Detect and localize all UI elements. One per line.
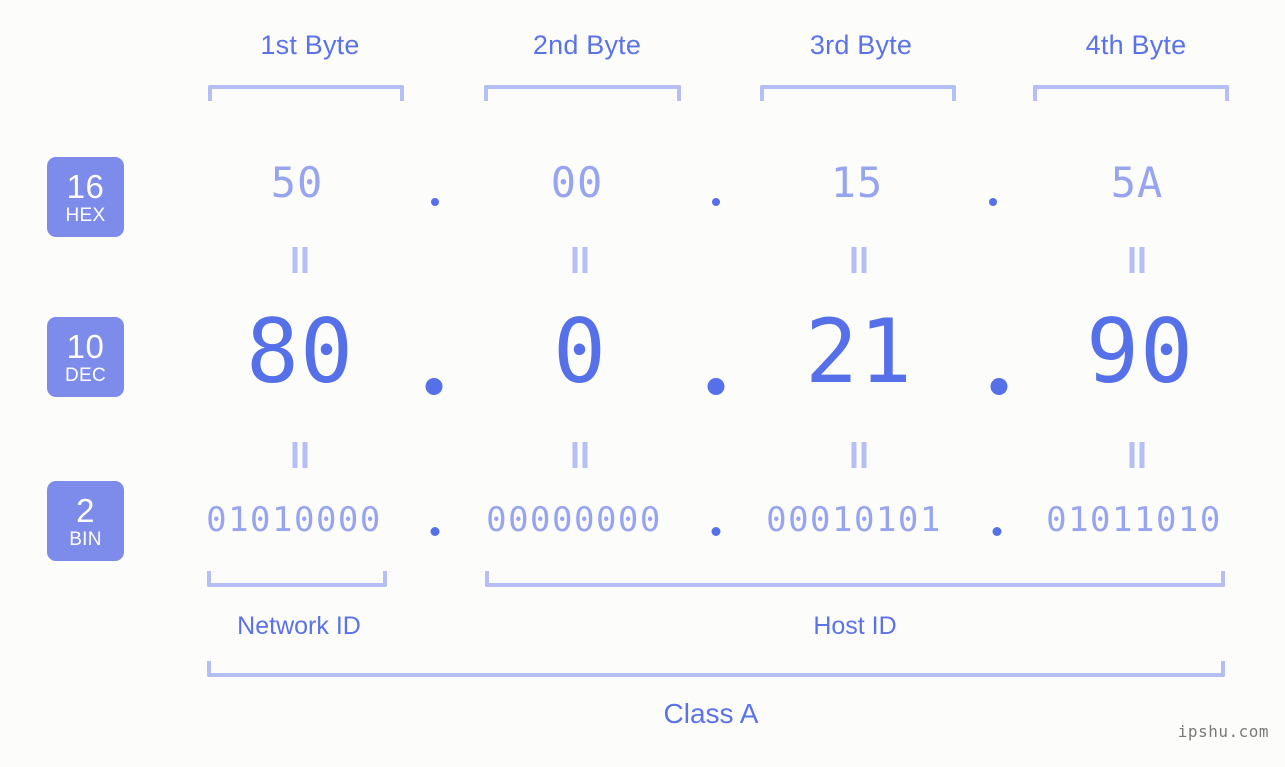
bin-byte-1: 01010000: [206, 500, 382, 540]
byte-bracket-2: [484, 85, 681, 101]
bin-byte-3: 00010101: [766, 500, 942, 540]
byte-header-1: 1st Byte: [260, 30, 360, 60]
network-id-label: Network ID: [237, 612, 361, 640]
dec-byte-3: 21: [805, 300, 913, 403]
base-badge-dec: 10 DEC: [47, 317, 124, 397]
base-badge-bin: 2 BIN: [47, 481, 124, 561]
dec-byte-4: 90: [1086, 300, 1194, 403]
hex-separator-dot-2: [712, 198, 720, 206]
hex-separator-dot-3: [989, 198, 997, 206]
base-badge-dec-number: 10: [66, 327, 105, 365]
base-badge-hex-number: 16: [66, 167, 105, 205]
host-id-label: Host ID: [813, 612, 897, 640]
byte-bracket-4: [1033, 85, 1229, 101]
byte-bracket-3: [760, 85, 956, 101]
equals-hex-dec-3: [851, 247, 867, 273]
network-id-bracket: [207, 571, 387, 587]
dec-separator-dot-1: [425, 378, 443, 395]
bin-separator-dot-1: [430, 527, 440, 536]
equals-dec-bin-1: [292, 442, 308, 468]
equals-hex-dec-4: [1129, 247, 1145, 273]
ip-breakdown-diagram: 1st Byte 2nd Byte 3rd Byte 4th Byte 16 H…: [0, 0, 1285, 767]
hex-byte-2: 00: [550, 158, 604, 207]
hex-byte-4: 5A: [1110, 158, 1164, 207]
equals-hex-dec-1: [292, 247, 308, 273]
dec-byte-2: 0: [553, 300, 607, 403]
dec-byte-1: 80: [246, 300, 354, 403]
hex-separator-dot-1: [431, 198, 439, 206]
hex-byte-3: 15: [830, 158, 884, 207]
bin-separator-dot-3: [992, 527, 1002, 536]
base-badge-dec-name: DEC: [64, 364, 106, 386]
watermark: ipshu.com: [1177, 722, 1269, 741]
dec-separator-dot-3: [990, 378, 1008, 395]
byte-bracket-1: [208, 85, 404, 101]
class-bracket: [207, 661, 1225, 677]
base-badge-hex-name: HEX: [65, 204, 106, 226]
base-badge-hex: 16 HEX: [47, 157, 124, 237]
equals-dec-bin-2: [572, 442, 588, 468]
equals-hex-dec-2: [572, 247, 588, 273]
host-id-bracket: [485, 571, 1225, 587]
bin-byte-2: 00000000: [486, 500, 662, 540]
hex-byte-1: 50: [270, 158, 324, 207]
byte-header-4: 4th Byte: [1085, 30, 1187, 60]
bin-byte-4: 01011010: [1046, 500, 1222, 540]
equals-dec-bin-3: [851, 442, 867, 468]
base-badge-bin-number: 2: [76, 491, 95, 529]
base-badge-bin-name: BIN: [69, 528, 102, 550]
class-label: Class A: [663, 698, 759, 729]
equals-dec-bin-4: [1129, 442, 1145, 468]
byte-header-2: 2nd Byte: [532, 30, 642, 60]
byte-header-3: 3rd Byte: [809, 30, 913, 60]
bin-separator-dot-2: [711, 527, 721, 536]
dec-separator-dot-2: [707, 378, 725, 395]
